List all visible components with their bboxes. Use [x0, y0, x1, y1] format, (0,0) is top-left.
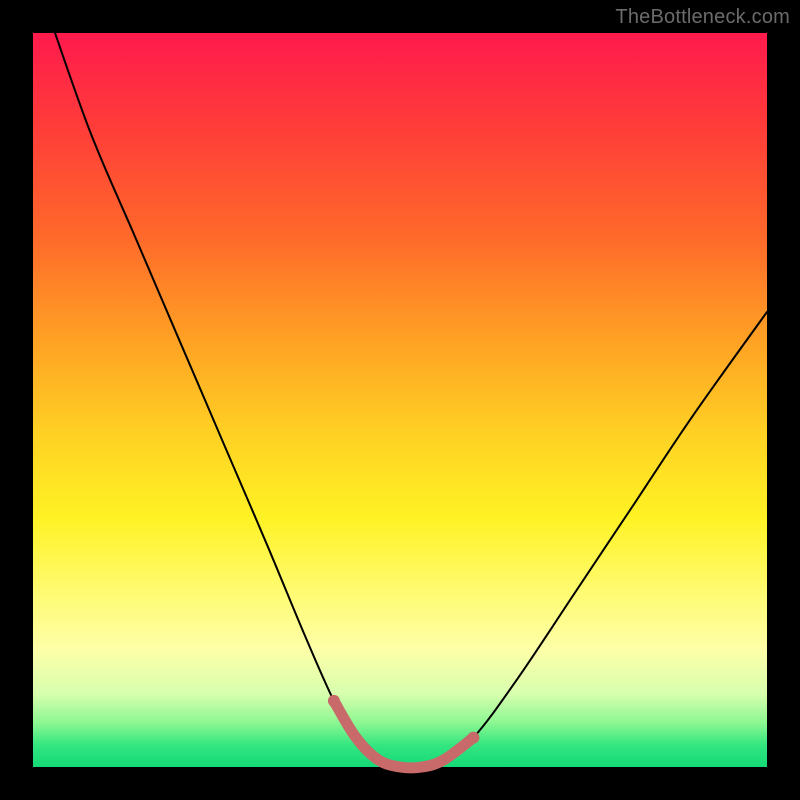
bottom-highlight [334, 701, 474, 768]
plot-area [33, 33, 767, 767]
curve-layer [33, 33, 767, 767]
chart-frame: TheBottleneck.com [0, 0, 800, 800]
bottleneck-curve [55, 33, 767, 768]
watermark-text: TheBottleneck.com [615, 6, 790, 29]
bottom-highlight-dot-left [328, 695, 340, 707]
bottom-highlight-dot-right [467, 732, 479, 744]
